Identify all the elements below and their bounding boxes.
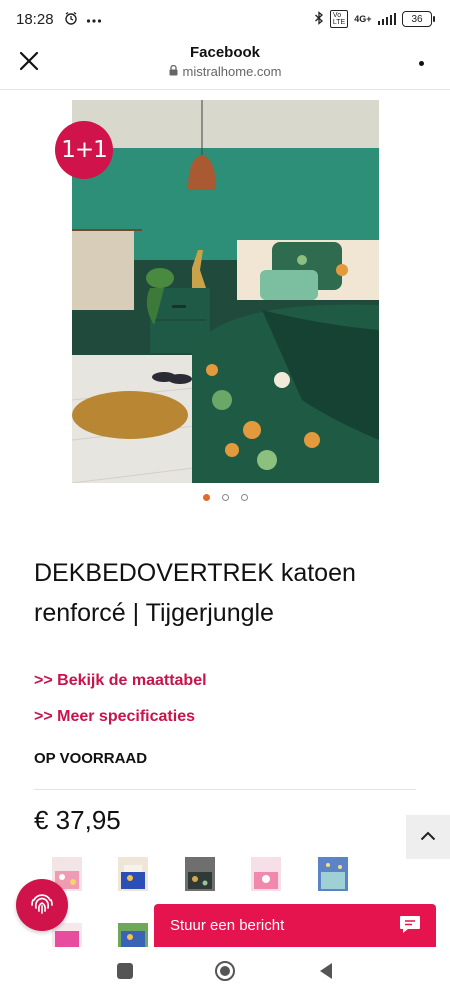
divider [34, 789, 416, 790]
bluetooth-icon [314, 10, 324, 28]
variant-blue-stars[interactable] [318, 857, 348, 891]
more-options-icon [418, 60, 424, 66]
page-info[interactable]: Facebook mistralhome.com [0, 44, 450, 81]
clock-time: 18:28 [16, 10, 54, 28]
status-bar: 18:28 Vo LTE 4G+ 36 [0, 0, 450, 38]
network-type: 4G+ [354, 14, 372, 24]
variant-dark-floral[interactable] [185, 857, 215, 891]
browser-url: mistralhome.com [182, 64, 282, 79]
carousel-dot[interactable] [202, 494, 210, 501]
specifications-link[interactable]: >> Meer specificaties [34, 708, 195, 726]
carousel-dot[interactable] [240, 494, 248, 501]
product-image[interactable] [72, 100, 379, 483]
carousel-indicator [0, 494, 450, 501]
scroll-to-top-button[interactable] [406, 815, 450, 859]
lock-icon [169, 64, 178, 79]
battery-icon: 36 [402, 11, 435, 27]
system-nav-bar [0, 947, 450, 1000]
carousel-dot[interactable] [221, 494, 229, 501]
browser-header: Facebook mistralhome.com [0, 38, 450, 90]
fingerprint-icon [27, 888, 57, 923]
alarm-icon [64, 11, 78, 28]
home-button[interactable] [214, 960, 236, 987]
product-price: € 37,95 [34, 805, 121, 835]
back-icon [317, 962, 335, 985]
recent-apps-button[interactable] [114, 962, 136, 984]
more-options-button[interactable] [406, 50, 436, 76]
chat-bar[interactable]: Stuur een bericht [154, 904, 436, 947]
recent-apps-icon [116, 962, 134, 985]
back-button[interactable] [315, 962, 337, 984]
chat-bubble-icon [398, 912, 422, 940]
chat-label: Stuur een bericht [170, 917, 285, 934]
product-title: DEKBEDOVERTREK katoen renforcé | Tijgerj… [34, 559, 356, 627]
home-icon [214, 960, 236, 987]
volte-icon: Vo LTE [329, 10, 349, 28]
fingerprint-button[interactable] [16, 879, 68, 931]
promo-badge: 1+1 [55, 121, 113, 179]
chevron-up-icon [420, 828, 436, 846]
more-notifications-icon [86, 11, 102, 27]
variant-blue-animals[interactable] [118, 857, 148, 891]
size-chart-link[interactable]: >> Bekijk de maattabel [34, 672, 207, 690]
signal-icon [377, 13, 396, 25]
battery-level: 36 [411, 13, 423, 25]
variant-pink-unicorn[interactable] [251, 857, 281, 891]
stock-status: OP VOORRAAD [34, 750, 148, 767]
browser-title: Facebook [189, 44, 261, 61]
